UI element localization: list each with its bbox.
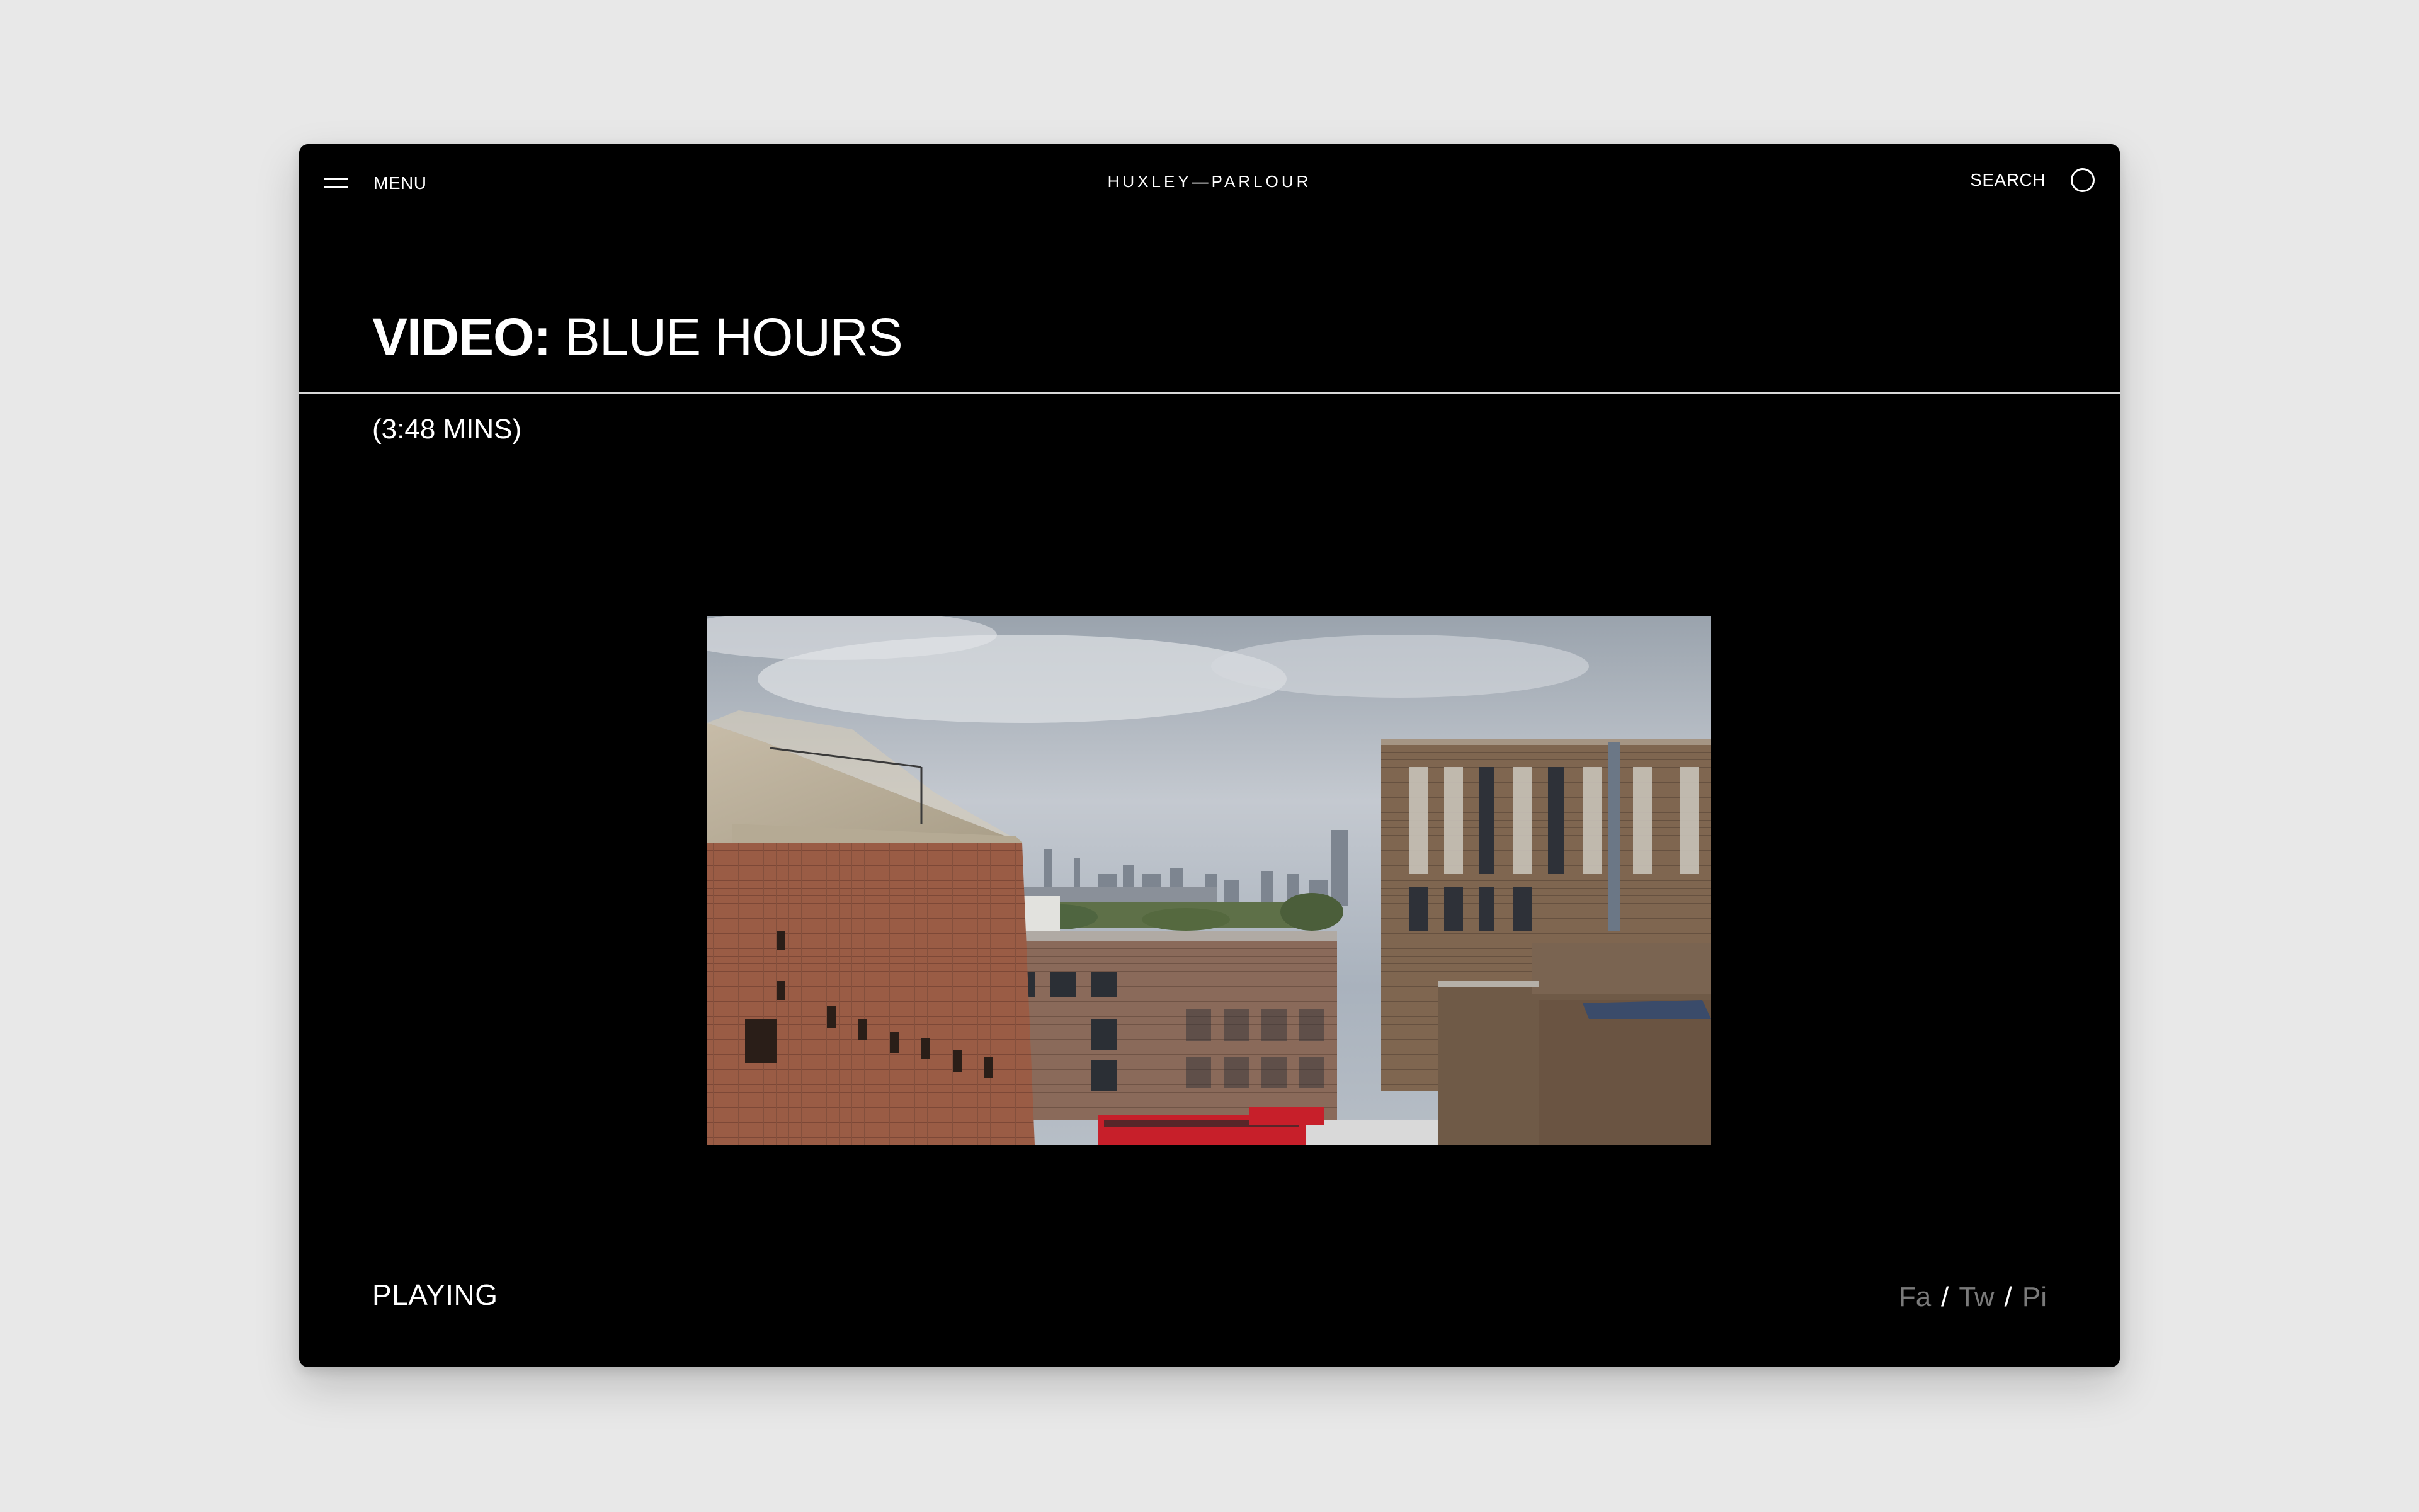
menu-button[interactable]: MENU bbox=[324, 173, 426, 193]
title-name: BLUE HOURS bbox=[550, 307, 903, 367]
title-prefix: VIDEO: bbox=[372, 307, 551, 367]
browser-window: MENU HUXLEY—PARLOUR SEARCH VIDEO: BLUE H… bbox=[299, 144, 2120, 1367]
hamburger-icon[interactable] bbox=[324, 177, 348, 190]
video-frame-image[interactable] bbox=[707, 616, 1711, 1145]
search-circle-icon[interactable] bbox=[2071, 168, 2095, 192]
share-facebook-link[interactable]: Fa bbox=[1899, 1282, 1931, 1313]
social-separator: / bbox=[2004, 1282, 2012, 1312]
menu-label[interactable]: MENU bbox=[373, 173, 426, 193]
title-divider bbox=[299, 392, 2120, 394]
social-separator: / bbox=[1941, 1282, 1949, 1312]
video-player[interactable] bbox=[707, 616, 1711, 1145]
search-label[interactable]: SEARCH bbox=[1970, 170, 2046, 190]
site-header: MENU HUXLEY—PARLOUR SEARCH bbox=[299, 144, 2120, 220]
search-button[interactable]: SEARCH bbox=[1970, 168, 2095, 192]
share-pinterest-link[interactable]: Pi bbox=[2022, 1282, 2047, 1313]
video-status: PLAYING bbox=[372, 1278, 498, 1311]
site-logo[interactable]: HUXLEY—PARLOUR bbox=[1108, 172, 1312, 191]
social-share: Fa / Tw / Pi bbox=[1899, 1282, 2047, 1313]
page-title: VIDEO: BLUE HOURS bbox=[372, 307, 903, 368]
video-duration: (3:48 MINS) bbox=[372, 414, 522, 445]
share-twitter-link[interactable]: Tw bbox=[1959, 1282, 1994, 1313]
